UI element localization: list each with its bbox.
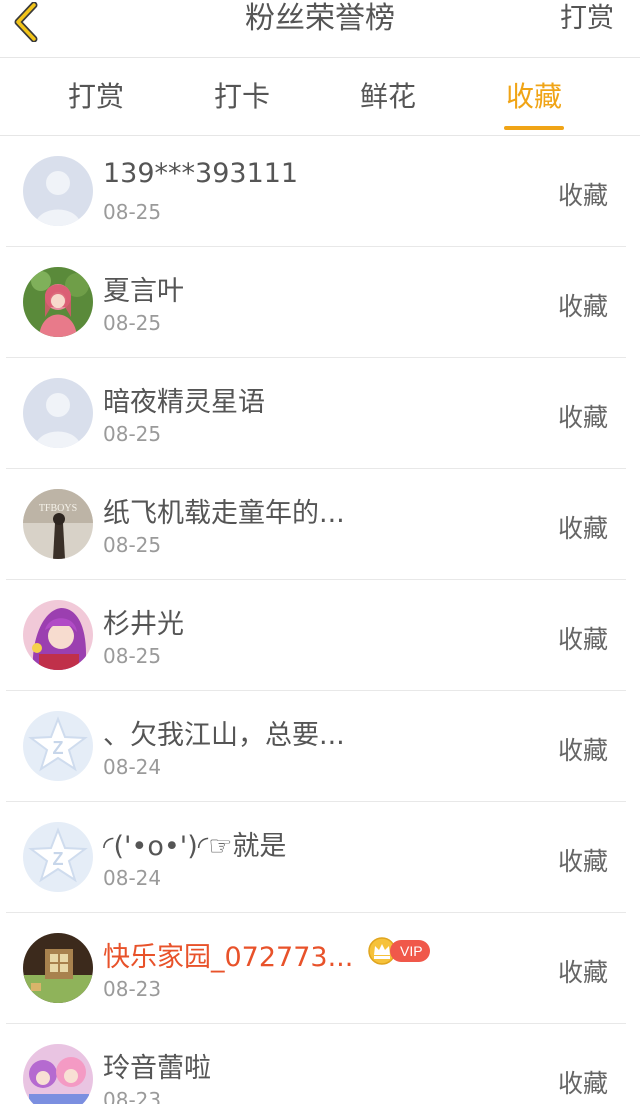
fan-name: ◜('•o•')◜☞就是 (103, 831, 287, 862)
favorite-label: 收藏 (557, 847, 608, 876)
fan-date: 08-25 (103, 200, 162, 224)
fan-name: 纸飞机载走童年的... (103, 498, 345, 529)
svg-text:Z: Z (53, 738, 64, 758)
avatar (23, 600, 93, 670)
tab-favorites[interactable]: 收藏 (484, 58, 584, 136)
fan-date: 08-25 (103, 533, 162, 557)
fan-name: 139***393111 (103, 158, 299, 189)
list-item[interactable]: 暗夜精灵星语 08-25 收藏 (0, 358, 640, 469)
default-person-icon (23, 378, 93, 448)
anime-group-avatar-icon (23, 1044, 93, 1104)
favorite-label: 收藏 (557, 736, 608, 765)
active-tab-indicator (504, 126, 564, 130)
avatar: TFBOYS (23, 489, 93, 559)
tab-label: 打赏 (67, 80, 124, 113)
list-item[interactable]: TFBOYS 纸飞机载走童年的... 08-25 收藏 (0, 469, 640, 580)
list-item[interactable]: Z 、欠我江山，总要... 08-24 收藏 (0, 691, 640, 802)
anime-girl-avatar-icon (23, 267, 93, 337)
favorite-label: 收藏 (557, 958, 608, 987)
favorite-label: 收藏 (557, 514, 608, 543)
tab-bar: 打赏 打卡 鲜花 收藏 (0, 58, 640, 136)
avatar: Z (23, 822, 93, 892)
fan-date: 08-25 (103, 644, 162, 668)
tab-label: 鲜花 (359, 80, 416, 113)
list-item[interactable]: 杉井光 08-25 收藏 (0, 580, 640, 691)
avatar (23, 1044, 93, 1104)
fan-name: 快乐家园_072773... (103, 942, 354, 973)
list-item[interactable]: 快乐家园_072773... VIP 08-23 收藏 (0, 913, 640, 1024)
list-item[interactable]: 夏言叶 08-25 收藏 (0, 247, 640, 358)
tab-label: 打卡 (213, 80, 270, 113)
avatar (23, 378, 93, 448)
fan-name: 暗夜精灵星语 (103, 387, 265, 418)
reward-button[interactable]: 打赏 (560, 0, 614, 40)
list-item[interactable]: Z ◜('•o•')◜☞就是 08-24 收藏 (0, 802, 640, 913)
vip-label: VIP (390, 940, 430, 962)
avatar: Z (23, 711, 93, 781)
game-room-avatar-icon (23, 933, 93, 1003)
avatar-watermark: TFBOYS (39, 503, 77, 514)
fan-date: 08-24 (103, 755, 162, 779)
tab-reward[interactable]: 打赏 (46, 58, 146, 136)
favorite-label: 收藏 (557, 1069, 608, 1098)
avatar (23, 933, 93, 1003)
favorite-label: 收藏 (557, 292, 608, 321)
fan-date: 08-23 (103, 977, 162, 1001)
anime-character-avatar-icon (23, 600, 93, 670)
avatar (23, 267, 93, 337)
favorite-label: 收藏 (557, 181, 608, 210)
favorite-label: 收藏 (557, 625, 608, 654)
fan-name: 玲音蕾啦 (103, 1053, 211, 1084)
photo-avatar-icon: TFBOYS (23, 489, 93, 559)
tab-flowers[interactable]: 鲜花 (338, 58, 438, 136)
list-item[interactable]: 玲音蕾啦 08-23 收藏 (0, 1024, 640, 1104)
favorite-label: 收藏 (557, 403, 608, 432)
fan-date: 08-25 (103, 311, 162, 335)
avatar (23, 156, 93, 226)
fan-name: 夏言叶 (103, 276, 184, 307)
fan-date: 08-25 (103, 422, 162, 446)
tab-label: 收藏 (505, 80, 562, 113)
vip-badge: VIP (368, 937, 430, 965)
default-z-star-icon: Z (23, 822, 93, 892)
default-z-star-icon: Z (23, 711, 93, 781)
fan-name: 、欠我江山，总要... (103, 720, 345, 751)
svg-text:Z: Z (53, 849, 64, 869)
fan-date: 08-24 (103, 866, 162, 890)
default-person-icon (23, 156, 93, 226)
top-bar: 粉丝荣誉榜 打赏 (0, 0, 640, 58)
fan-name: 杉井光 (103, 609, 184, 640)
fan-date: 08-23 (103, 1088, 162, 1104)
page-title: 粉丝荣誉榜 (245, 1, 395, 36)
tab-checkin[interactable]: 打卡 (192, 58, 292, 136)
list-item[interactable]: 139***393111 08-25 收藏 (0, 136, 640, 247)
